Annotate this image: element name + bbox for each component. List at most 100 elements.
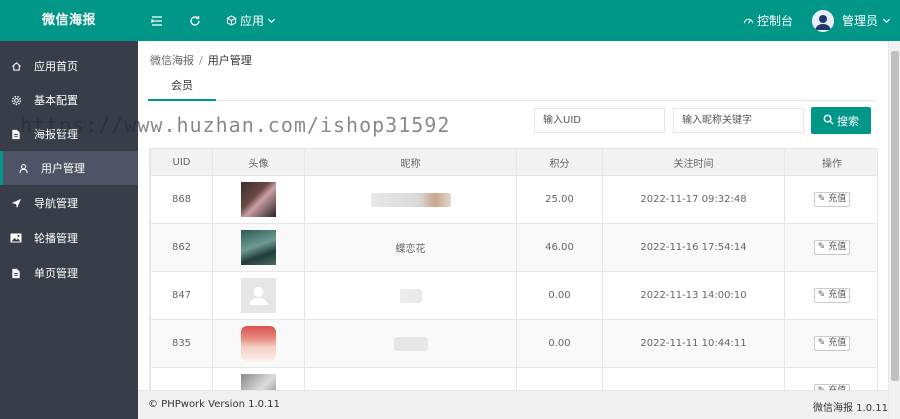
breadcrumb-current: 用户管理 [207, 54, 252, 67]
image-icon [10, 232, 22, 244]
blurred-nickname [370, 192, 451, 207]
header-points: 积分 [516, 148, 603, 176]
search-button-label: 搜索 [837, 114, 859, 128]
cube-icon [226, 15, 237, 26]
cell-points: 0.00 [516, 319, 603, 368]
blurred-nickname [399, 288, 422, 303]
table-row: 847 0.00 2022-11-13 14:00:10 ✎ 充值 [150, 271, 877, 320]
control-panel-label: 控制台 [757, 14, 794, 28]
footer-version: 微信海报 1.0.11 [813, 403, 888, 414]
menu-toggle-button[interactable] [151, 0, 163, 41]
chevron-down-icon [267, 16, 276, 25]
search-icon [823, 114, 837, 128]
recharge-button[interactable]: ✎ 充值 [814, 288, 850, 303]
sidebar: 应用首页 基本配置 海报管理 用户管理 导航管理 轮播管理 单页管理 [0, 41, 138, 419]
control-panel-link[interactable]: 控制台 [743, 0, 793, 41]
cell-uid: 862 [150, 223, 213, 272]
header-uid: UID [150, 148, 213, 176]
sidebar-item-label: 用户管理 [41, 162, 85, 175]
uid-search-input[interactable] [534, 108, 665, 133]
users-table: UID 头像 昵称 积分 关注时间 操作 868 25.00 2022-11-1… [149, 148, 878, 390]
cell-action: ✎ 充值 [784, 271, 877, 320]
default-avatar-icon [241, 278, 276, 313]
sidebar-item-navigation[interactable]: 导航管理 [0, 186, 138, 220]
cell-uid: 868 [150, 175, 213, 224]
user-avatar-image [241, 230, 276, 265]
page-icon [10, 267, 22, 279]
refresh-button[interactable] [189, 0, 201, 41]
gear-icon [10, 94, 22, 106]
sidebar-item-label: 海报管理 [34, 128, 78, 141]
cell-points: 46.00 [516, 223, 603, 272]
sidebar-item-config[interactable]: 基本配置 [0, 83, 138, 117]
recharge-button[interactable]: ✎ 充值 [814, 336, 850, 351]
file-icon [10, 128, 22, 140]
user-avatar-image [241, 182, 276, 217]
header-nickname: 昵称 [304, 148, 517, 176]
menu-icon [151, 15, 163, 27]
cell-avatar [212, 175, 305, 224]
cell-avatar [212, 367, 305, 390]
cell-nickname [304, 319, 517, 368]
sidebar-item-label: 轮播管理 [34, 232, 78, 245]
refresh-icon [189, 15, 201, 27]
recharge-button[interactable]: ✎ 充值 [814, 192, 850, 207]
scrollbar-thumb[interactable] [891, 51, 899, 381]
footer-copyright: © PHPwork Version 1.0.11 [148, 399, 280, 410]
cell-points [516, 367, 603, 390]
user-avatar-image [241, 374, 276, 390]
cell-avatar [212, 271, 305, 320]
sidebar-item-users[interactable]: 用户管理 [0, 151, 138, 185]
navigation-icon [10, 197, 22, 209]
user-avatar-image [241, 326, 276, 361]
sidebar-item-carousel[interactable]: 轮播管理 [0, 221, 138, 255]
sidebar-item-pages[interactable]: 单页管理 [0, 256, 138, 290]
brand-title: 微信海报 [41, 13, 96, 28]
apps-menu[interactable]: 应用 [226, 0, 276, 41]
cell-action: ✎ 充值 [784, 319, 877, 368]
sidebar-item-label: 单页管理 [34, 267, 78, 280]
search-button[interactable]: 搜索 [811, 107, 871, 134]
table-row: 835 0.00 2022-11-11 10:44:11 ✎ 充值 [150, 319, 877, 368]
cell-action: ✎ 充值 [784, 175, 877, 224]
blurred-nickname [393, 336, 428, 351]
cell-nickname [304, 367, 517, 390]
sidebar-item-label: 基本配置 [34, 94, 78, 107]
tab-bar: 会员 [148, 75, 876, 101]
tab-members[interactable]: 会员 [148, 75, 216, 101]
user-icon [18, 162, 30, 174]
page-scrollbar[interactable] [888, 41, 900, 419]
table-row: 868 25.00 2022-11-17 09:32:48 ✎ 充值 [150, 175, 877, 224]
cell-nickname [304, 271, 517, 320]
cell-uid [150, 367, 213, 390]
sidebar-item-label: 导航管理 [34, 197, 78, 210]
cell-action: ✎ 充值 [784, 223, 877, 272]
cell-avatar [212, 319, 305, 368]
table-row: 862 蝶恋花 46.00 2022-11-16 17:54:14 ✎ 充值 [150, 223, 877, 272]
cell-points: 25.00 [516, 175, 603, 224]
top-bar: 微信海报 应用 控制台 管理员 [0, 0, 900, 41]
header-avatar: 头像 [212, 148, 305, 176]
home-icon [10, 60, 22, 72]
cell-follow-time: 2022-11-11 10:44:11 [602, 319, 785, 368]
recharge-button[interactable]: ✎ 充值 [814, 240, 850, 255]
cell-nickname [304, 175, 517, 224]
admin-label: 管理员 [842, 14, 879, 28]
cell-action: ✎ 充值 [784, 367, 877, 390]
cell-follow-time: 2022-11-17 09:32:48 [602, 175, 785, 224]
table-row: ✎ 充值 [150, 367, 877, 390]
avatar [812, 9, 834, 32]
sidebar-item-label: 应用首页 [34, 60, 78, 73]
cell-follow-time: 2022-11-16 17:54:14 [602, 223, 785, 272]
header-action: 操作 [784, 148, 877, 176]
main-content: 微信海报 / 用户管理 会员 搜索 UID 头像 昵称 积分 关注时间 操作 [138, 41, 888, 390]
breadcrumb-root[interactable]: 微信海报 [150, 54, 194, 67]
sidebar-item-home[interactable]: 应用首页 [0, 49, 138, 83]
chevron-down-icon [882, 16, 891, 25]
nickname-search-input[interactable] [673, 108, 804, 133]
cell-uid: 835 [150, 319, 213, 368]
cell-points: 0.00 [516, 271, 603, 320]
admin-menu[interactable]: 管理员 [812, 0, 891, 41]
sidebar-item-posters[interactable]: 海报管理 [0, 117, 138, 151]
table-header-row: UID 头像 昵称 积分 关注时间 操作 [150, 148, 877, 176]
